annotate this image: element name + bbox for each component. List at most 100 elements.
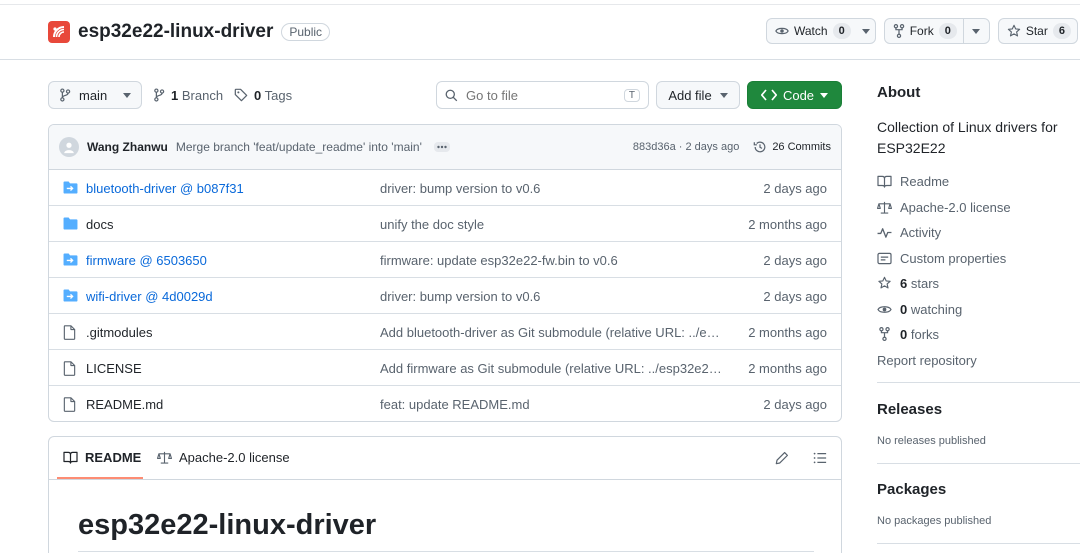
file-commit-message[interactable]: feat: update README.md bbox=[380, 397, 530, 412]
pulse-icon bbox=[877, 226, 892, 239]
tab-readme-label: README bbox=[85, 450, 142, 465]
file-row[interactable]: bluetooth-driver @ b087f31 driver: bump v… bbox=[49, 170, 841, 206]
file-name-link[interactable]: docs bbox=[86, 217, 113, 232]
file-name-link[interactable]: .gitmodules bbox=[86, 325, 152, 340]
sidebar-divider bbox=[877, 543, 1080, 544]
file-row[interactable]: LICENSE Add firmware as Git submodule (re… bbox=[49, 350, 841, 386]
outline-list-icon[interactable] bbox=[813, 451, 827, 465]
stars-link[interactable]: 6 stars bbox=[877, 273, 939, 293]
file-list: bluetooth-driver @ b087f31 driver: bump v… bbox=[49, 170, 841, 421]
add-file-button[interactable]: Add file bbox=[656, 81, 740, 109]
file-row[interactable]: README.md feat: update README.md 2 days ag… bbox=[49, 386, 841, 421]
code-icon bbox=[760, 89, 777, 101]
tags-count: 0 bbox=[254, 87, 262, 103]
file-row[interactable]: docs unify the doc style 2 months ago bbox=[49, 206, 841, 242]
watch-label: Watch bbox=[794, 24, 828, 38]
packages-heading[interactable]: Packages bbox=[877, 481, 946, 498]
tab-readme[interactable]: README bbox=[63, 450, 141, 465]
custom-properties-link[interactable]: Custom properties bbox=[877, 248, 1006, 268]
branch-selector-button[interactable]: main bbox=[48, 81, 142, 109]
file-name-link[interactable]: bluetooth-driver @ b087f31 bbox=[86, 181, 244, 196]
file-row[interactable]: wifi-driver @ 4d0029d driver: bump versio… bbox=[49, 278, 841, 314]
file-commit-message[interactable]: unify the doc style bbox=[380, 217, 484, 232]
go-to-file-input[interactable] bbox=[466, 87, 606, 103]
forks-count: 0 bbox=[900, 326, 908, 342]
file-commit-date: 2 days ago bbox=[763, 397, 827, 412]
sidebar-divider bbox=[877, 463, 1080, 464]
file-name-link[interactable]: LICENSE bbox=[86, 361, 142, 376]
packages-note: No packages published bbox=[877, 515, 992, 527]
releases-note: No releases published bbox=[877, 435, 986, 447]
eye-icon bbox=[877, 303, 892, 316]
commit-message[interactable]: Merge branch 'feat/update_readme' into '… bbox=[176, 140, 422, 154]
tab-license[interactable]: Apache-2.0 license bbox=[157, 450, 290, 465]
avatar[interactable] bbox=[59, 137, 79, 157]
commit-author[interactable]: Wang Zhanwu bbox=[87, 140, 168, 154]
report-repository-link[interactable]: Report repository bbox=[877, 350, 977, 370]
file-commit-date: 2 months ago bbox=[748, 325, 827, 340]
latest-commit-row: Wang Zhanwu Merge branch 'feat/update_re… bbox=[49, 125, 841, 170]
expand-commit-ellipsis-icon[interactable] bbox=[433, 142, 450, 152]
branches-link[interactable]: 1 Branch bbox=[153, 81, 223, 109]
file-row[interactable]: .gitmodules Add bluetooth-driver as Git s… bbox=[49, 314, 841, 350]
readme-link-label: Readme bbox=[900, 173, 950, 189]
file-icon bbox=[63, 397, 76, 412]
activity-link[interactable]: Activity bbox=[877, 222, 941, 242]
releases-heading[interactable]: Releases bbox=[877, 401, 942, 418]
star-icon bbox=[877, 276, 892, 290]
code-button[interactable]: Code bbox=[747, 81, 842, 109]
branches-count: 1 bbox=[171, 87, 179, 103]
file-commit-message[interactable]: firmware: update esp32e22-fw.bin to v0.6 bbox=[380, 253, 618, 268]
branch-icon bbox=[153, 88, 165, 102]
sidebar-divider bbox=[877, 382, 1080, 383]
chevron-down-icon bbox=[719, 92, 728, 98]
file-name-link[interactable]: wifi-driver @ 4d0029d bbox=[86, 289, 213, 304]
tab-license-label: Apache-2.0 license bbox=[179, 450, 290, 465]
file-commit-date: 2 months ago bbox=[748, 217, 827, 232]
file-commit-message[interactable]: driver: bump version to v0.6 bbox=[380, 181, 540, 196]
file-commit-date: 2 days ago bbox=[763, 289, 827, 304]
file-icon bbox=[63, 325, 76, 340]
stars-label: stars bbox=[910, 275, 940, 291]
submodule-folder-icon bbox=[63, 289, 78, 302]
file-name-link[interactable]: README.md bbox=[86, 397, 163, 412]
file-name-link[interactable]: firmware @ 6503650 bbox=[86, 253, 207, 268]
active-tab-indicator bbox=[57, 477, 143, 479]
law-icon bbox=[877, 201, 892, 214]
law-icon bbox=[157, 451, 172, 464]
license-link[interactable]: Apache-2.0 license bbox=[877, 197, 1011, 217]
chevron-down-icon bbox=[123, 92, 131, 98]
watching-link[interactable]: 0 watching bbox=[877, 299, 962, 319]
code-label: Code bbox=[782, 87, 815, 103]
repo-name-link[interactable]: esp32e22-linux-driver bbox=[78, 21, 273, 43]
go-to-file-box[interactable]: T bbox=[436, 81, 649, 109]
file-row[interactable]: firmware @ 6503650 firmware: update esp32… bbox=[49, 242, 841, 278]
edit-pencil-icon[interactable] bbox=[775, 451, 789, 465]
file-browser: Wang Zhanwu Merge branch 'feat/update_re… bbox=[48, 124, 842, 422]
readme-title-rule bbox=[78, 551, 814, 552]
tags-label: Tags bbox=[264, 87, 293, 103]
file-commit-message[interactable]: driver: bump version to v0.6 bbox=[380, 289, 540, 304]
tag-icon bbox=[234, 88, 248, 102]
history-icon bbox=[753, 140, 767, 154]
forks-label: forks bbox=[910, 326, 940, 342]
fork-icon bbox=[877, 327, 892, 341]
watch-button[interactable]: Watch 0 bbox=[766, 18, 876, 44]
branches-label: Branch bbox=[181, 87, 224, 103]
commits-link[interactable]: 26 Commits bbox=[753, 140, 831, 154]
file-commit-message[interactable]: Add firmware as Git submodule (relative … bbox=[380, 361, 726, 376]
file-commit-message[interactable]: Add bluetooth-driver as Git submodule (r… bbox=[380, 325, 726, 340]
book-icon bbox=[63, 451, 78, 464]
tags-link[interactable]: 0 Tags bbox=[234, 81, 292, 109]
about-sidebar: About Collection of Linux drivers for ES… bbox=[877, 0, 1080, 553]
eye-icon bbox=[775, 24, 789, 38]
readme-link[interactable]: Readme bbox=[877, 171, 949, 191]
chevron-down-icon[interactable] bbox=[857, 19, 875, 43]
search-icon bbox=[445, 89, 458, 102]
about-heading: About bbox=[877, 84, 921, 101]
commit-sha-time[interactable]: 883d36a · 2 days ago bbox=[633, 141, 739, 153]
readme-title: esp32e22-linux-driver bbox=[78, 509, 377, 541]
branch-icon bbox=[59, 88, 71, 102]
forks-link[interactable]: 0 forks bbox=[877, 324, 939, 344]
about-description: Collection of Linux drivers for ESP32E22 bbox=[877, 119, 1058, 156]
